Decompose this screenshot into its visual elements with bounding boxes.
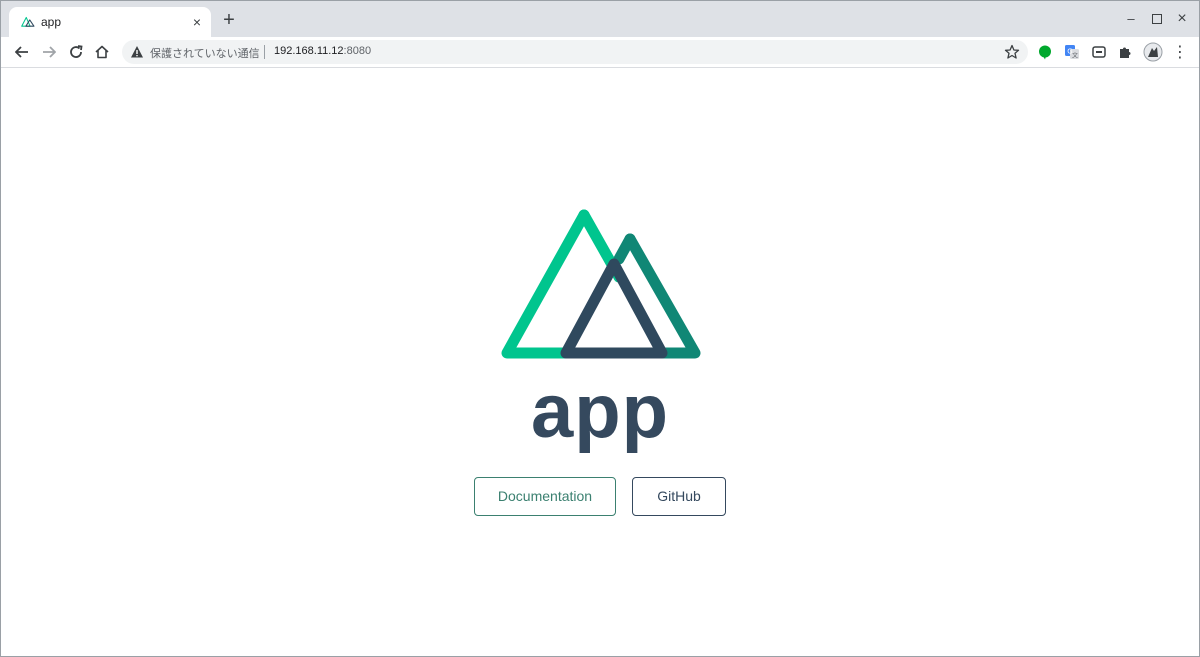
forward-button[interactable] xyxy=(38,41,60,63)
forward-arrow-icon xyxy=(43,46,56,58)
address-bar[interactable]: 保護されていない通信 192.168.11.12:8080 xyxy=(122,40,1028,64)
reload-button[interactable] xyxy=(65,41,87,63)
window-close-button[interactable]: × xyxy=(1174,11,1190,27)
extension-evernote-button[interactable] xyxy=(1036,43,1054,61)
profile-avatar-icon xyxy=(1143,42,1163,62)
url-port: :8080 xyxy=(343,45,372,57)
puzzle-icon xyxy=(1120,47,1131,58)
documentation-button[interactable]: Documentation xyxy=(474,477,616,516)
tab-strip: app × + – × xyxy=(1,1,1199,37)
maximize-icon xyxy=(1152,14,1162,24)
reload-icon xyxy=(70,45,83,58)
page-content: app Documentation GitHub xyxy=(1,69,1199,656)
security-status-text[interactable]: 保護されていない通信 xyxy=(150,45,260,61)
page-title: app xyxy=(530,369,670,454)
back-arrow-icon xyxy=(15,46,28,58)
star-icon[interactable] xyxy=(1004,44,1020,60)
extension-cast-button[interactable] xyxy=(1090,43,1108,61)
nuxt-logo-icon xyxy=(501,209,701,359)
minimize-button[interactable]: – xyxy=(1123,11,1139,27)
url-host: 192.168.11.12 xyxy=(274,45,344,57)
tab-title: app xyxy=(41,15,62,29)
browser-window: app × + – × 保護されていない通信 192.168.11.12:808… xyxy=(0,0,1200,657)
maximize-button[interactable] xyxy=(1149,11,1165,27)
links-container: Documentation GitHub xyxy=(1,477,1199,516)
extensions-button[interactable] xyxy=(1116,43,1134,61)
cast-icon xyxy=(1092,46,1106,58)
menu-icon[interactable]: ⋮ xyxy=(1171,43,1189,61)
github-button[interactable]: GitHub xyxy=(632,477,726,516)
profile-button[interactable] xyxy=(1143,42,1163,62)
home-icon xyxy=(95,45,109,59)
url-text[interactable]: 192.168.11.12:8080 xyxy=(274,45,371,57)
translate-icon: G文 xyxy=(1065,45,1079,60)
home-button[interactable] xyxy=(91,41,113,63)
nuxt-favicon-icon xyxy=(21,16,35,27)
warning-icon[interactable] xyxy=(130,45,144,59)
browser-toolbar: 保護されていない通信 192.168.11.12:8080 G文 ⋮ xyxy=(1,37,1199,68)
svg-text:文: 文 xyxy=(1072,52,1078,60)
address-separator xyxy=(264,45,265,59)
tab-app[interactable]: app × xyxy=(9,7,211,37)
extension-green-icon xyxy=(1039,45,1051,60)
back-button[interactable] xyxy=(11,41,33,63)
tab-close-icon[interactable]: × xyxy=(189,14,205,30)
extension-translate-button[interactable]: G文 xyxy=(1063,43,1081,61)
new-tab-button[interactable]: + xyxy=(219,10,239,30)
